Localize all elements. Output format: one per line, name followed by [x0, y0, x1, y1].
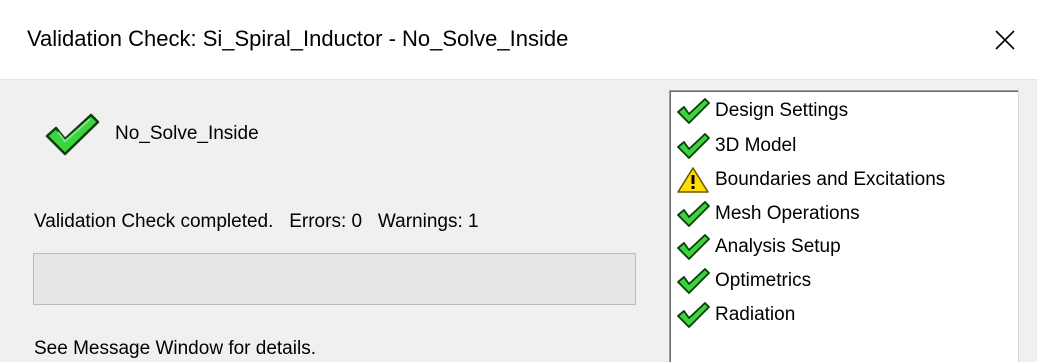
list-item: Mesh Operations	[676, 199, 860, 229]
progress-bar	[33, 253, 636, 305]
list-item-label: Optimetrics	[715, 270, 812, 291]
validation-checklist: Design Settings 3D Model Boundaries and …	[669, 90, 1019, 362]
list-item-label: Radiation	[715, 304, 796, 325]
green-check-icon	[676, 132, 710, 160]
window-title: Validation Check: Si_Spiral_Inductor - N…	[27, 26, 569, 51]
design-name-label: No_Solve_Inside	[115, 123, 259, 144]
close-icon	[995, 29, 1015, 50]
list-item: Analysis Setup	[676, 232, 841, 262]
list-item: Optimetrics	[676, 266, 811, 296]
green-check-icon	[676, 301, 710, 329]
green-check-icon	[676, 233, 710, 261]
list-item: Radiation	[676, 300, 795, 330]
green-check-icon	[676, 97, 710, 125]
list-item-label: 3D Model	[715, 135, 797, 156]
list-item-label: Mesh Operations	[715, 203, 860, 224]
list-item: Design Settings	[676, 96, 848, 126]
list-item-label: Design Settings	[715, 100, 849, 121]
list-item-label: Analysis Setup	[715, 236, 841, 257]
green-check-icon	[45, 113, 100, 156]
title-bar: Validation Check: Si_Spiral_Inductor - N…	[0, 0, 1037, 80]
validation-check-dialog: Validation Check: Si_Spiral_Inductor - N…	[0, 0, 1037, 362]
list-item: 3D Model	[676, 131, 796, 161]
list-item: Boundaries and Excitations	[676, 165, 945, 195]
warning-triangle-icon	[676, 166, 710, 194]
green-check-icon	[676, 200, 710, 228]
list-item-label: Boundaries and Excitations	[715, 169, 946, 190]
close-button[interactable]	[973, 0, 1037, 79]
details-hint-text: See Message Window for details.	[34, 338, 316, 359]
validation-status-text: Validation Check completed. Errors: 0 Wa…	[34, 211, 479, 232]
green-check-icon	[676, 267, 710, 295]
